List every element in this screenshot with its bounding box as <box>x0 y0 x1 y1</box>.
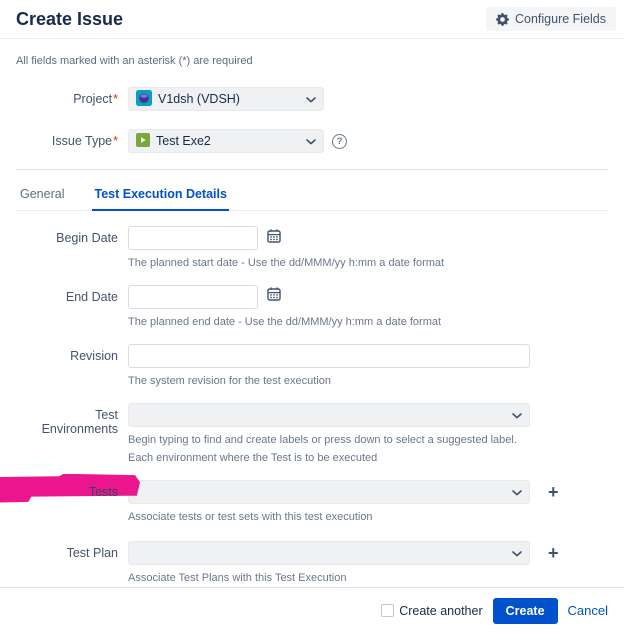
required-fields-note: All fields marked with an asterisk (*) a… <box>16 55 608 67</box>
magenta-highlight-annotation <box>0 474 140 503</box>
create-issue-dialog: Create Issue Configure Fields All fields… <box>0 0 624 592</box>
test-environments-select[interactable] <box>128 403 530 427</box>
required-asterisk: * <box>113 92 118 106</box>
test-plan-help: Associate Test Plans with this Test Exec… <box>128 571 608 587</box>
test-environments-help-2: Each environment where the Test is to be… <box>128 451 608 467</box>
project-label: Project* <box>16 87 118 106</box>
chevron-down-icon <box>306 134 316 148</box>
test-environments-label: Test Environments <box>16 403 118 436</box>
test-plan-label: Test Plan <box>16 541 118 560</box>
plus-icon: + <box>548 482 559 502</box>
revision-label: Revision <box>16 344 118 363</box>
form-tabbar: General Test Execution Details <box>16 180 608 211</box>
configure-fields-button[interactable]: Configure Fields <box>486 7 616 31</box>
issue-type-value: Test Exe2 <box>156 134 211 148</box>
plus-icon: + <box>548 543 559 563</box>
tab-general[interactable]: General <box>18 180 66 211</box>
configure-fields-label: Configure Fields <box>515 12 606 26</box>
end-date-field-row: End Date <box>16 285 608 331</box>
project-field-row: Project* V1dsh (VDSH) <box>16 87 608 111</box>
begin-date-field-row: Begin Date <box>16 226 608 272</box>
test-environments-field-row: Test Environments Begin typing to find a… <box>16 403 608 467</box>
revision-field-row: Revision The system revision for the tes… <box>16 344 608 390</box>
create-another-option[interactable]: Create another <box>381 604 482 618</box>
tests-select[interactable] <box>128 480 530 504</box>
section-divider <box>16 169 608 170</box>
gear-icon <box>496 13 509 26</box>
revision-help: The system revision for the test executi… <box>128 374 608 390</box>
required-asterisk: * <box>113 134 118 148</box>
begin-date-label: Begin Date <box>16 226 118 245</box>
test-environments-help-1: Begin typing to find and create labels o… <box>128 433 608 449</box>
begin-date-input[interactable] <box>128 226 258 250</box>
issue-type-select[interactable]: Test Exe2 <box>128 129 324 153</box>
test-plan-select[interactable] <box>128 541 530 565</box>
chevron-down-icon <box>306 92 316 106</box>
project-avatar-icon <box>136 90 152 109</box>
create-another-label: Create another <box>399 604 482 618</box>
end-date-help: The planned end date - Use the dd/MMM/yy… <box>128 315 608 331</box>
tests-field-row: Tests + Associate tests or test sets wit… <box>16 480 608 526</box>
dialog-header: Create Issue Configure Fields <box>0 0 624 39</box>
end-date-input[interactable] <box>128 285 258 309</box>
page-title: Create Issue <box>16 9 123 30</box>
test-execution-type-icon <box>136 133 150 150</box>
end-date-label: End Date <box>16 285 118 304</box>
add-test-plan-button[interactable]: + <box>544 542 563 564</box>
issue-type-field-row: Issue Type* Test Exe2 <box>16 129 608 153</box>
project-select[interactable]: V1dsh (VDSH) <box>128 87 324 111</box>
create-button[interactable]: Create <box>493 598 558 624</box>
revision-input[interactable] <box>128 344 530 368</box>
test-plan-field-row: Test Plan + Associate Test Plans with th… <box>16 541 608 587</box>
question-mark-icon[interactable]: ? <box>332 134 347 149</box>
chevron-down-icon <box>512 408 522 422</box>
add-tests-button[interactable]: + <box>544 481 563 503</box>
chevron-down-icon <box>512 485 522 499</box>
cancel-link[interactable]: Cancel <box>568 603 608 618</box>
dialog-body: All fields marked with an asterisk (*) a… <box>0 39 624 587</box>
project-value: V1dsh (VDSH) <box>158 92 240 106</box>
tab-test-execution-details[interactable]: Test Execution Details <box>92 180 228 211</box>
calendar-icon[interactable] <box>266 286 282 307</box>
begin-date-help: The planned start date - Use the dd/MMM/… <box>128 256 608 272</box>
create-another-checkbox[interactable] <box>381 604 394 617</box>
calendar-icon[interactable] <box>266 228 282 249</box>
chevron-down-icon <box>512 546 522 560</box>
tests-label: Tests <box>16 480 118 499</box>
issue-type-label: Issue Type* <box>16 129 118 148</box>
dialog-footer: Create another Create Cancel <box>0 587 624 636</box>
tests-help: Associate tests or test sets with this t… <box>128 510 608 526</box>
